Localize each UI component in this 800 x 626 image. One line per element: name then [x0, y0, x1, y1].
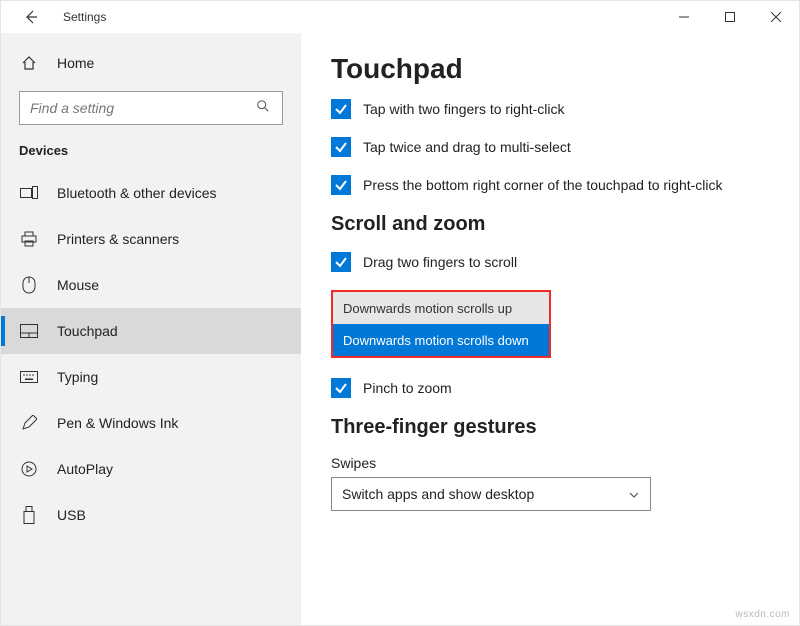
check-pinch-zoom[interactable]: Pinch to zoom	[331, 378, 769, 398]
page-title: Touchpad	[331, 53, 769, 85]
sidebar-item-label: USB	[57, 507, 86, 523]
touchpad-icon	[19, 324, 39, 338]
chevron-down-icon	[628, 488, 640, 500]
sidebar-item-label: Printers & scanners	[57, 231, 179, 247]
close-button[interactable]	[753, 1, 799, 33]
home-icon	[19, 55, 39, 71]
back-arrow-icon	[23, 9, 39, 25]
minimize-icon	[679, 12, 689, 22]
maximize-icon	[725, 12, 735, 22]
check-label: Pinch to zoom	[363, 380, 452, 396]
window-title: Settings	[63, 10, 106, 24]
sidebar-item-label: Typing	[57, 369, 98, 385]
sidebar-item-printers[interactable]: Printers & scanners	[1, 216, 301, 262]
sidebar-item-label: AutoPlay	[57, 461, 113, 477]
check-label: Press the bottom right corner of the tou…	[363, 177, 723, 193]
section-three-finger: Three-finger gestures	[331, 416, 769, 439]
nav-list: Bluetooth & other devices Printers & sca…	[1, 170, 301, 538]
minimize-button[interactable]	[661, 1, 707, 33]
section-scroll-zoom: Scroll and zoom	[331, 213, 769, 236]
printer-icon	[19, 231, 39, 247]
keyboard-icon	[19, 371, 39, 383]
checkbox-checked-icon	[331, 252, 351, 272]
back-button[interactable]	[19, 5, 43, 29]
mouse-icon	[19, 276, 39, 294]
check-label: Tap with two fingers to right-click	[363, 101, 565, 117]
sidebar-item-usb[interactable]: USB	[1, 492, 301, 538]
swipes-value: Switch apps and show desktop	[342, 486, 534, 502]
sidebar-item-touchpad[interactable]: Touchpad	[1, 308, 301, 354]
swipes-dropdown[interactable]: Switch apps and show desktop	[331, 477, 651, 511]
check-bottom-right-corner[interactable]: Press the bottom right corner of the tou…	[331, 175, 769, 195]
content-pane: Touchpad Tap with two fingers to right-c…	[301, 33, 799, 625]
checkbox-checked-icon	[331, 175, 351, 195]
search-icon	[256, 99, 272, 118]
scroll-direction-dropdown-open: Downwards motion scrolls up Downwards mo…	[331, 290, 551, 358]
sidebar-item-pen[interactable]: Pen & Windows Ink	[1, 400, 301, 446]
swipes-label: Swipes	[331, 455, 769, 471]
sidebar-item-label: Pen & Windows Ink	[57, 415, 178, 431]
checkbox-checked-icon	[331, 378, 351, 398]
check-tap-two-fingers[interactable]: Tap with two fingers to right-click	[331, 99, 769, 119]
settings-window: Settings Home Device	[0, 0, 800, 626]
sidebar-item-autoplay[interactable]: AutoPlay	[1, 446, 301, 492]
usb-icon	[19, 506, 39, 524]
check-label: Drag two fingers to scroll	[363, 254, 517, 270]
check-label: Tap twice and drag to multi-select	[363, 139, 571, 155]
pen-icon	[19, 415, 39, 431]
search-input[interactable]	[30, 100, 256, 116]
scroll-option-down[interactable]: Downwards motion scrolls down	[333, 324, 549, 356]
check-tap-twice-drag[interactable]: Tap twice and drag to multi-select	[331, 137, 769, 157]
sidebar: Home Devices Bluetooth & other devices	[1, 33, 301, 625]
body: Home Devices Bluetooth & other devices	[1, 33, 799, 625]
sidebar-item-mouse[interactable]: Mouse	[1, 262, 301, 308]
home-link[interactable]: Home	[19, 43, 283, 83]
sidebar-item-label: Bluetooth & other devices	[57, 185, 217, 201]
home-label: Home	[57, 55, 94, 71]
check-drag-two-scroll[interactable]: Drag two fingers to scroll	[331, 252, 769, 272]
close-icon	[771, 12, 781, 22]
checkbox-checked-icon	[331, 99, 351, 119]
sidebar-item-typing[interactable]: Typing	[1, 354, 301, 400]
autoplay-icon	[19, 461, 39, 477]
sidebar-item-label: Mouse	[57, 277, 99, 293]
sidebar-category: Devices	[19, 143, 283, 158]
sidebar-item-label: Touchpad	[57, 323, 118, 339]
titlebar: Settings	[1, 1, 799, 33]
watermark: wsxdn.com	[735, 609, 790, 620]
scroll-option-up[interactable]: Downwards motion scrolls up	[333, 292, 549, 324]
maximize-button[interactable]	[707, 1, 753, 33]
search-box[interactable]	[19, 91, 283, 125]
sidebar-item-bluetooth[interactable]: Bluetooth & other devices	[1, 170, 301, 216]
devices-icon	[19, 186, 39, 200]
checkbox-checked-icon	[331, 137, 351, 157]
